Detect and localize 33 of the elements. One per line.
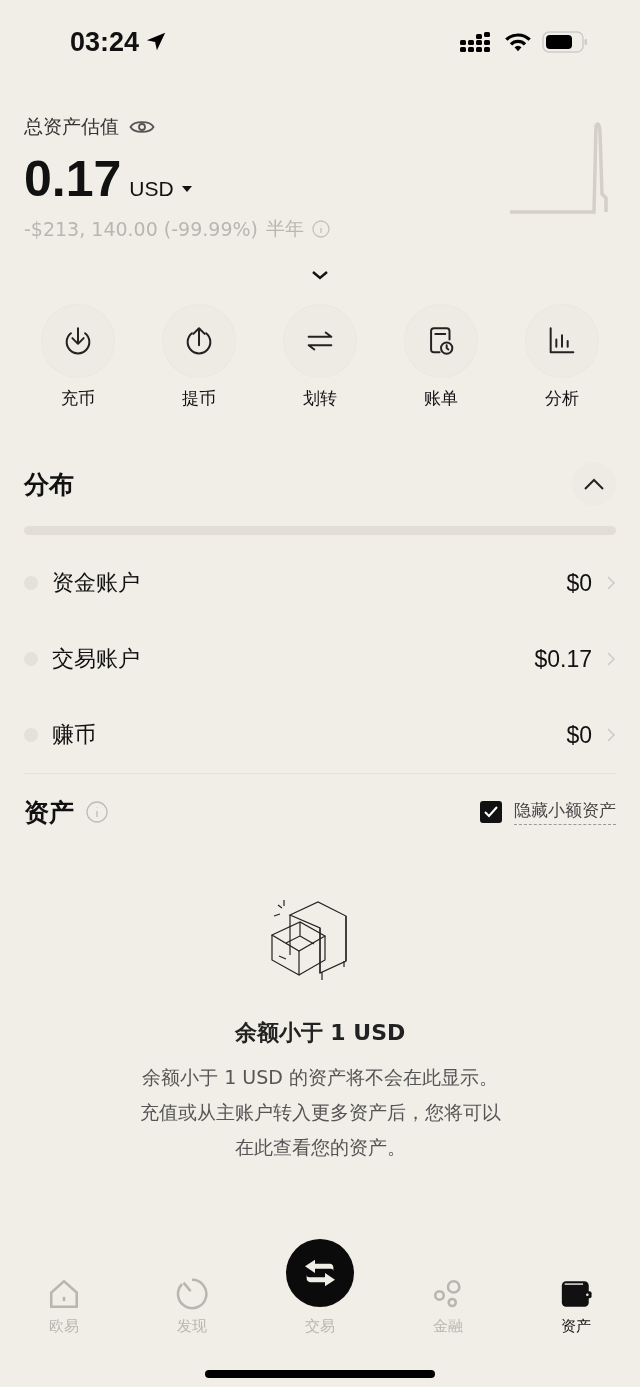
- hide-small-assets-label[interactable]: 隐藏小额资产: [514, 799, 616, 825]
- timer-icon: [175, 1277, 209, 1311]
- status-time: 03:24: [70, 26, 140, 58]
- account-value: $0.17: [534, 645, 592, 673]
- section-title: 分布: [24, 468, 74, 501]
- account-value: $0: [566, 721, 592, 749]
- action-button[interactable]: 充币: [18, 305, 139, 410]
- action-button[interactable]: 划转: [259, 305, 381, 410]
- chevron-down-icon[interactable]: [311, 269, 329, 281]
- total-assets-label: 总资产估值: [24, 114, 119, 139]
- currency-selector[interactable]: USD: [129, 177, 174, 201]
- change-amount: -$213, 140.00 (-99.99%): [24, 218, 258, 240]
- collapse-button[interactable]: [572, 462, 616, 506]
- account-value: $0: [566, 569, 592, 597]
- home-icon: [47, 1277, 81, 1311]
- action-button[interactable]: 提币: [138, 305, 260, 410]
- caret-icon[interactable]: [181, 186, 192, 192]
- empty-title: 余额小于 1 USD: [234, 1019, 406, 1047]
- account-name[interactable]: 资金账户: [52, 568, 553, 598]
- empty-description: 余额小于 1 USD 的资产将不会在此显示。充值或从主账户转入更多资产后，您将可以在此查看您的资产。: [138, 1065, 502, 1160]
- check-icon: [484, 806, 498, 818]
- account-name[interactable]: 赚币: [52, 720, 553, 750]
- action-button[interactable]: 账单: [380, 305, 502, 410]
- chevron-up-icon: [583, 477, 605, 491]
- wifi-icon: [504, 31, 532, 53]
- period-label: 半年: [265, 216, 304, 241]
- total-amount: 0.17: [24, 150, 122, 208]
- action-button[interactable]: 分析: [501, 305, 622, 410]
- battery-icon: [542, 31, 588, 53]
- checkbox[interactable]: [480, 801, 502, 823]
- account-name[interactable]: 交易账户: [52, 644, 521, 674]
- section-title: 资产: [24, 796, 74, 829]
- tab-item[interactable]: 资产: [512, 1277, 640, 1350]
